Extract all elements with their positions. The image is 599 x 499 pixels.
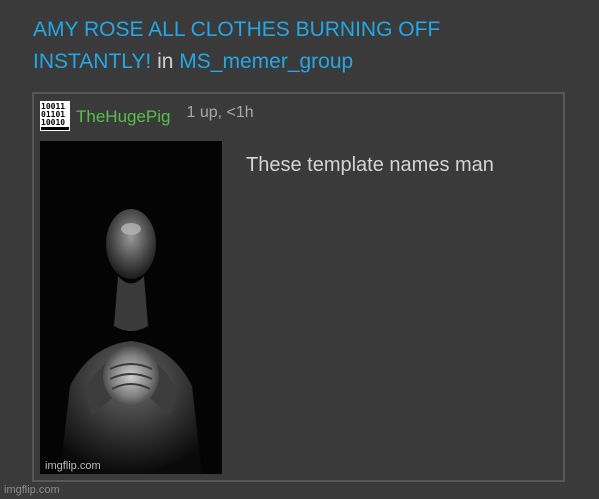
comment-header: 10011 01101 10010 TheHugePig 1 up, <1h <box>40 100 254 132</box>
post-title: AMY ROSE ALL CLOTHES BURNING OFF INSTANT… <box>33 14 573 78</box>
page: AMY ROSE ALL CLOTHES BURNING OFF INSTANT… <box>0 0 599 499</box>
avatar[interactable]: 10011 01101 10010 <box>40 101 70 131</box>
praying-man-icon <box>40 141 222 474</box>
binary-digits-avatar-icon: 10011 01101 10010 <box>41 102 69 130</box>
comment-meta: 1 up, <1h <box>186 104 254 121</box>
praying-man-meme-image[interactable]: imgflip.com <box>40 141 222 474</box>
comment-text: These template names man <box>246 154 494 176</box>
post-title-link-2[interactable]: INSTANTLY! <box>33 50 151 73</box>
image-watermark: imgflip.com <box>45 460 101 472</box>
in-label: in <box>157 50 174 73</box>
post-title-link[interactable]: AMY ROSE ALL CLOTHES BURNING OFF <box>33 18 440 41</box>
comment-username[interactable]: TheHugePig <box>76 107 171 127</box>
svg-text:10010: 10010 <box>41 118 65 127</box>
stream-link[interactable]: MS_memer_group <box>179 50 353 73</box>
imgflip-watermark: imgflip.com <box>4 484 60 496</box>
comment-card: 10011 01101 10010 TheHugePig 1 up, <1h i… <box>32 92 565 482</box>
